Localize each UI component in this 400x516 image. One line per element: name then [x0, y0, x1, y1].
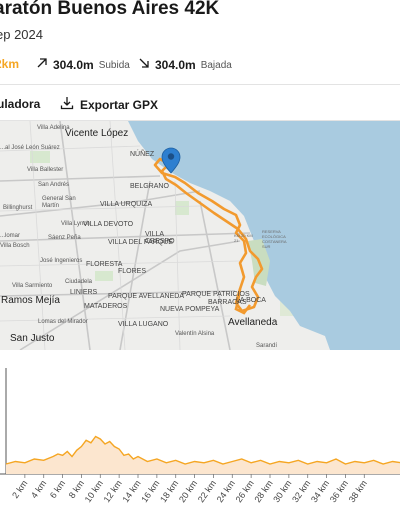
map-label: Avellaneda: [228, 317, 278, 328]
x-tick-label: 12 km: [102, 478, 124, 504]
x-tick-label: 30 km: [271, 478, 293, 504]
map-label: Ramos Mejía: [1, 295, 60, 306]
route-map[interactable]: Villa Adelina Vicente López ...al José L…: [0, 121, 400, 350]
x-tick-label: 16 km: [139, 478, 161, 504]
x-tick-label: 36 km: [328, 478, 350, 504]
arrow-down-right-icon: [138, 56, 150, 74]
elevation-chart: 2 km 4 km 6 km 8 km10 km12 km14 km16 km18 k…: [0, 368, 400, 504]
x-tick-label: 22 km: [196, 478, 218, 504]
x-tick-label: 34 km: [309, 478, 331, 504]
map-label: General San Martín: [42, 196, 76, 209]
map-label: ...al José León Suárez: [0, 145, 60, 151]
park-area: [95, 271, 113, 281]
map-label: Billinghurst: [3, 205, 33, 211]
x-tick-label: 24 km: [215, 478, 237, 504]
map-label: Sarandí: [256, 343, 278, 349]
ascent-stat: 304.0m Subida: [36, 56, 130, 74]
map-label: San Andrés: [38, 182, 70, 188]
map-label: Lomas del Mirador: [38, 319, 88, 325]
distance-stat: 2km: [0, 57, 20, 71]
elevation-area: [6, 436, 400, 474]
map-label: Sáenz Peña: [48, 235, 81, 241]
map-label: LINIERS: [70, 289, 98, 296]
map-label: FLORESTA: [86, 261, 123, 268]
export-gpx-button[interactable]: Exportar GPX: [60, 96, 158, 113]
map-label: LA BOCA: [236, 297, 266, 304]
descent-label: Bajada: [200, 59, 232, 71]
stats-divider: [0, 84, 400, 85]
x-tick-label: 10 km: [83, 478, 105, 504]
descent-stat: 304.0m Bajada: [138, 56, 232, 74]
x-tick-label: 20 km: [177, 478, 199, 504]
map-label: Villa Sarmiento: [12, 283, 53, 289]
map-label: NUEVA POMPEYA: [160, 306, 220, 313]
map-label: FLORES: [118, 268, 147, 275]
map-label: Ciudadela: [65, 279, 93, 285]
map-label: KM 20 KM 21: [234, 233, 253, 243]
ascent-value: 304.0m: [53, 58, 94, 72]
map-label: Villa Bosch: [0, 243, 30, 249]
descent-value: 304.0m: [155, 58, 196, 72]
export-gpx-label: Exportar GPX: [80, 97, 159, 112]
x-tick-label: 2 km: [10, 478, 29, 500]
map-label: RESERVA ECOLÓGICA COSTANERA SUR: [262, 229, 287, 249]
map-label: José Ingenieros: [40, 258, 83, 264]
map-label: Villa Ballester: [27, 167, 64, 173]
x-tick-label: 28 km: [252, 478, 274, 504]
map-label: San Justo: [10, 333, 55, 344]
x-tick-label: 26 km: [234, 478, 256, 504]
map-label: PARQUE AVELLANEDA: [108, 293, 184, 300]
map-label: VILLA LUGANO: [118, 321, 169, 328]
race-title: aratón Buenos Aires 42K: [0, 0, 220, 19]
x-tick-label: 4 km: [29, 478, 48, 500]
calculator-button[interactable]: uladora: [0, 97, 40, 111]
map-label: Valentín Alsina: [175, 331, 215, 337]
map-label: NÚÑEZ: [130, 151, 155, 158]
map-label: ...lomar: [0, 233, 21, 239]
x-tick-label: 38 km: [347, 478, 369, 504]
x-tick-label: 32 km: [290, 478, 312, 504]
ascent-label: Subida: [98, 59, 130, 71]
download-icon: [60, 96, 74, 113]
map-label: VILLA DEL PARQUE: [108, 239, 173, 246]
map-label: VILLA DEVOTO: [83, 221, 134, 228]
x-tick-label: 18 km: [158, 478, 180, 504]
map-label: MATADEROS: [84, 303, 128, 310]
x-tick-label: 14 km: [120, 478, 142, 504]
arrow-up-right-icon: [36, 56, 48, 74]
park-area: [175, 201, 189, 215]
map-label: VILLA URQUIZA: [100, 201, 153, 208]
map-label: BELGRANO: [130, 183, 169, 190]
map-label: Vicente López: [65, 128, 129, 139]
x-tick-label: 6 km: [48, 478, 67, 500]
race-date: ep 2024: [0, 27, 43, 42]
